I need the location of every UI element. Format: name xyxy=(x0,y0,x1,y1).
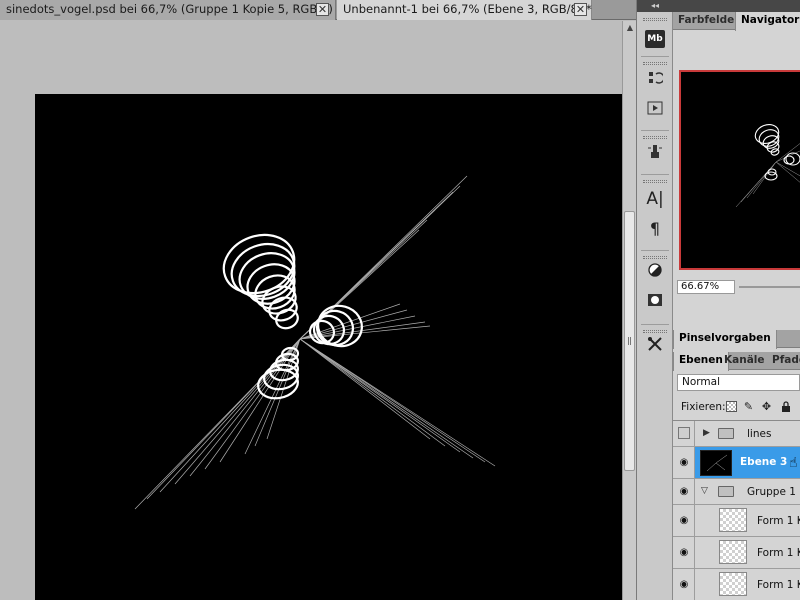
layer-row-form[interactable]: ◉ Form 1 Ko xyxy=(673,505,800,537)
dock-grip[interactable] xyxy=(643,180,667,183)
panels-header-bar xyxy=(673,0,800,12)
document-tab-title: sinedots_vogel.psd bei 66,7% (Gruppe 1 K… xyxy=(6,2,343,16)
history-icon[interactable] xyxy=(644,70,666,92)
layer-row-lines[interactable]: ▶ lines xyxy=(673,421,800,447)
layer-name: Form 1 Ko xyxy=(757,579,800,591)
masks-icon[interactable] xyxy=(644,292,666,314)
scroll-up-arrow-icon[interactable]: ▲ xyxy=(625,23,635,33)
document-tab-unbenannt[interactable]: Unbenannt-1 bei 66,7% (Ebene 3, RGB/8) *… xyxy=(337,0,592,20)
collapse-arrow-icon[interactable]: ▽ xyxy=(701,486,708,496)
document-area: sinedots_vogel.psd bei 66,7% (Gruppe 1 K… xyxy=(0,0,636,600)
layer-row-form[interactable]: ◉ Form 1 Ko xyxy=(673,569,800,600)
tab-farbfelder[interactable]: Farbfelder xyxy=(673,12,744,30)
actions-icon[interactable] xyxy=(644,100,666,122)
lock-transparency-icon[interactable] xyxy=(726,401,737,412)
hand-cursor-icon: ☝ xyxy=(789,455,798,471)
dock-grip[interactable] xyxy=(643,330,667,333)
dock-divider xyxy=(641,174,669,175)
close-icon[interactable]: ✕ xyxy=(574,3,587,16)
layer-thumbnail xyxy=(700,450,732,476)
close-icon[interactable]: ✕ xyxy=(316,3,329,16)
tab-kanaele[interactable]: Kanäle xyxy=(719,352,770,370)
layer-name: Form 1 Ko xyxy=(757,515,800,527)
document-tab-title: Unbenannt-1 bei 66,7% (Ebene 3, RGB/8) * xyxy=(343,2,592,16)
document-tab-sinedots[interactable]: sinedots_vogel.psd bei 66,7% (Gruppe 1 K… xyxy=(0,0,342,20)
layer-name: Gruppe 1 xyxy=(747,486,796,498)
visibility-cell[interactable]: ◉ xyxy=(673,479,695,504)
tab-navigator[interactable]: Navigator xyxy=(735,12,800,31)
lock-position-icon[interactable]: ✥ xyxy=(761,401,772,412)
navigator-panel-tabs: Farbfelder Navigator xyxy=(673,12,800,31)
scrollbar-thumb[interactable] xyxy=(624,211,635,471)
eye-icon[interactable]: ◉ xyxy=(678,516,690,526)
layer-name: Ebene 3 xyxy=(740,456,788,468)
lock-pixels-icon[interactable]: ✎ xyxy=(743,401,754,412)
layer-row-gruppe-1[interactable]: ◉ ▽ Gruppe 1 xyxy=(673,479,800,505)
vertical-scrollbar[interactable]: ▲ xyxy=(622,21,636,600)
adjustments-icon[interactable] xyxy=(644,262,666,284)
dock-grip[interactable] xyxy=(643,18,667,21)
scrollbar-grip xyxy=(628,337,631,345)
tool-presets-icon[interactable] xyxy=(644,336,666,358)
mini-bridge-button[interactable]: Mb xyxy=(645,30,665,48)
layer-name: Form 1 Ko xyxy=(757,547,800,559)
dock-divider xyxy=(641,324,669,325)
zoom-slider[interactable] xyxy=(739,286,800,288)
layer-row-form[interactable]: ◉ Form 1 Ko xyxy=(673,537,800,569)
eye-icon[interactable]: ◉ xyxy=(678,487,690,497)
dock-divider xyxy=(641,250,669,251)
dock-divider xyxy=(641,56,669,57)
navigator-preview[interactable] xyxy=(679,70,800,270)
layers-panel-tabs: Ebenen Kanäle Pfade xyxy=(673,352,800,371)
document-canvas[interactable] xyxy=(35,94,622,600)
visibility-cell[interactable]: ◉ xyxy=(673,447,695,478)
eye-icon[interactable]: ◉ xyxy=(678,580,690,590)
visibility-off-icon[interactable] xyxy=(678,427,690,439)
lock-row: Fixieren: ✎ ✥ xyxy=(673,397,800,417)
folder-icon xyxy=(718,486,734,497)
navigator-artwork xyxy=(735,124,800,208)
folder-icon xyxy=(718,428,734,439)
dock-grip[interactable] xyxy=(643,256,667,259)
navigator-panel xyxy=(673,31,800,311)
zoom-level-field[interactable]: 66.67% xyxy=(677,280,735,294)
expand-arrow-icon[interactable]: ▶ xyxy=(703,428,710,438)
artwork xyxy=(134,175,496,510)
character-icon[interactable]: A| xyxy=(644,188,666,210)
tab-pinselvorgaben[interactable]: Pinselvorgaben xyxy=(673,330,777,349)
visibility-cell[interactable]: ◉ xyxy=(673,505,695,536)
lock-label: Fixieren: xyxy=(681,401,726,413)
layer-thumbnail xyxy=(719,508,747,532)
blend-mode-select[interactable]: Normal xyxy=(677,374,800,391)
panel-dock: ◂◂ Mb A| ¶ xyxy=(636,0,673,600)
layers-list: ▶ lines ◉ Ebene 3 ☝ ◉ ▽ Gruppe 1 ◉ Form … xyxy=(673,420,800,600)
visibility-cell[interactable] xyxy=(673,421,695,446)
paragraph-icon[interactable]: ¶ xyxy=(644,218,666,240)
layer-thumbnail xyxy=(719,572,747,596)
visibility-cell[interactable]: ◉ xyxy=(673,537,695,568)
tab-pfade[interactable]: Pfade xyxy=(767,352,800,370)
panels-column: Farbfelder Navigator 66.67% Pinselvorgab… xyxy=(673,0,800,600)
document-tab-bar: sinedots_vogel.psd bei 66,7% (Gruppe 1 K… xyxy=(0,0,636,20)
dock-collapse-button[interactable]: ◂◂ xyxy=(637,0,673,12)
eye-icon[interactable]: ◉ xyxy=(678,548,690,558)
brush-presets-panel-tabs: Pinselvorgaben xyxy=(673,330,800,349)
dock-grip[interactable] xyxy=(643,136,667,139)
visibility-cell[interactable]: ◉ xyxy=(673,569,695,600)
layer-row-ebene-3[interactable]: ◉ Ebene 3 ☝ xyxy=(673,447,800,479)
dock-divider xyxy=(641,130,669,131)
lock-all-icon[interactable] xyxy=(780,401,791,412)
layer-thumbnail xyxy=(719,540,747,564)
dock-grip[interactable] xyxy=(643,62,667,65)
eye-icon[interactable]: ◉ xyxy=(678,458,690,468)
clone-source-icon[interactable] xyxy=(644,144,666,166)
layer-name: lines xyxy=(747,428,772,440)
